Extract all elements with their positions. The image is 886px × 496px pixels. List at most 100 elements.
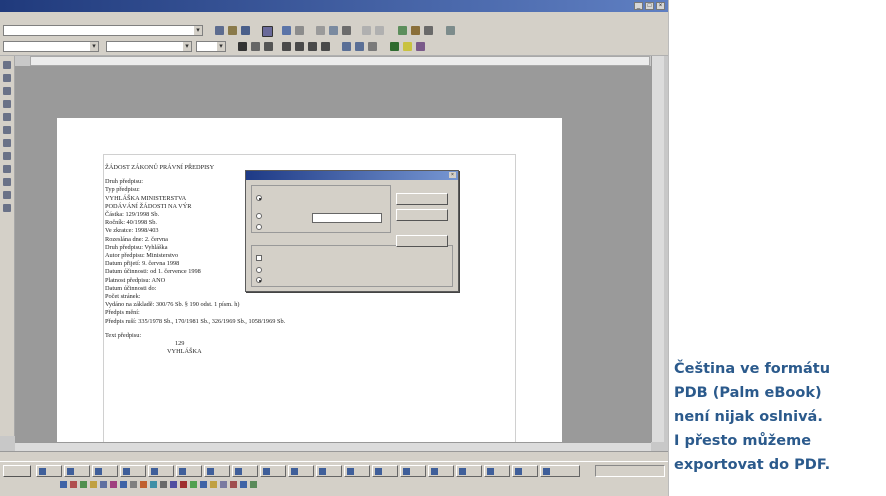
- quicklaunch-icon[interactable]: [120, 481, 127, 488]
- taskbar-item[interactable]: [344, 465, 370, 477]
- taskbar-item[interactable]: [204, 465, 230, 477]
- font-color-icon[interactable]: [390, 42, 399, 51]
- range-all-radio[interactable]: [256, 195, 262, 201]
- taskbar-item[interactable]: [176, 465, 202, 477]
- style-combobox[interactable]: [3, 41, 99, 52]
- find-icon[interactable]: [3, 152, 11, 160]
- autospellcheck-icon[interactable]: [3, 139, 11, 147]
- horizontal-ruler[interactable]: [30, 56, 650, 66]
- redo-icon[interactable]: [375, 26, 384, 35]
- datasources-icon[interactable]: [3, 165, 11, 173]
- indent-icon[interactable]: [368, 42, 377, 51]
- taskbar-item[interactable]: [316, 465, 342, 477]
- quicklaunch-icon[interactable]: [130, 481, 137, 488]
- taskbar-item[interactable]: [288, 465, 314, 477]
- quicklaunch-icon[interactable]: [110, 481, 117, 488]
- highlight-icon[interactable]: [403, 42, 412, 51]
- new-icon[interactable]: [215, 26, 224, 35]
- table-icon[interactable]: [446, 26, 455, 35]
- range-pages-radio[interactable]: [256, 213, 262, 219]
- option-radio-3[interactable]: [256, 277, 262, 283]
- italic-icon[interactable]: [251, 42, 260, 51]
- quicklaunch-icon[interactable]: [80, 481, 87, 488]
- save-icon[interactable]: [241, 26, 250, 35]
- close-icon[interactable]: ×: [449, 172, 456, 178]
- quicklaunch-icon[interactable]: [200, 481, 207, 488]
- quicklaunch-icon[interactable]: [140, 481, 147, 488]
- undo-icon[interactable]: [362, 26, 371, 35]
- quicklaunch-icon[interactable]: [210, 481, 217, 488]
- taskbar-item[interactable]: [512, 465, 538, 477]
- taskbar-item[interactable]: [232, 465, 258, 477]
- print-icon[interactable]: [262, 26, 273, 37]
- justify-icon[interactable]: [321, 42, 330, 51]
- taskbar-item[interactable]: [120, 465, 146, 477]
- help-button[interactable]: [396, 235, 448, 247]
- quicklaunch-icon[interactable]: [150, 481, 157, 488]
- taskbar-item[interactable]: [36, 465, 62, 477]
- spellcheck-icon[interactable]: [3, 126, 11, 134]
- align-right-icon[interactable]: [308, 42, 317, 51]
- quicklaunch-icon[interactable]: [100, 481, 107, 488]
- taskbar-item[interactable]: [456, 465, 482, 477]
- background-color-icon[interactable]: [416, 42, 425, 51]
- spellcheck-icon[interactable]: [295, 26, 304, 35]
- edit-autotext-icon[interactable]: [3, 113, 11, 121]
- quicklaunch-icon[interactable]: [190, 481, 197, 488]
- option-radio-2[interactable]: [256, 267, 262, 273]
- copy-icon[interactable]: [329, 26, 338, 35]
- pages-input[interactable]: [312, 213, 382, 223]
- cancel-button[interactable]: [396, 209, 448, 221]
- underline-icon[interactable]: [264, 42, 273, 51]
- font-name-combobox[interactable]: [106, 41, 192, 52]
- align-center-icon[interactable]: [295, 42, 304, 51]
- formatting-marks-icon[interactable]: [3, 178, 11, 186]
- show-draw-functions-icon[interactable]: [3, 100, 11, 108]
- quicklaunch-icon[interactable]: [220, 481, 227, 488]
- taskbar-item[interactable]: [260, 465, 286, 477]
- close-icon[interactable]: ×: [656, 2, 665, 10]
- preview-icon[interactable]: [282, 26, 291, 35]
- vertical-scrollbar[interactable]: [651, 56, 664, 442]
- insert-icon[interactable]: [3, 61, 11, 69]
- quicklaunch-icon[interactable]: [240, 481, 247, 488]
- quicklaunch-icon[interactable]: [60, 481, 67, 488]
- quicklaunch-icon[interactable]: [160, 481, 167, 488]
- bold-icon[interactable]: [238, 42, 247, 51]
- ok-button[interactable]: [396, 193, 448, 205]
- maximize-icon[interactable]: □: [645, 2, 654, 10]
- paste-icon[interactable]: [342, 26, 351, 35]
- insert-object-icon[interactable]: [3, 87, 11, 95]
- taskbar-item[interactable]: [400, 465, 426, 477]
- quicklaunch-icon[interactable]: [90, 481, 97, 488]
- datasource-icon[interactable]: [424, 26, 433, 35]
- quicklaunch-icon[interactable]: [180, 481, 187, 488]
- start-button[interactable]: [3, 465, 31, 477]
- insert-fields-icon[interactable]: [3, 74, 11, 82]
- bullets-icon[interactable]: [355, 42, 364, 51]
- numbering-icon[interactable]: [342, 42, 351, 51]
- gallery-icon[interactable]: [411, 26, 420, 35]
- option-checkbox-1[interactable]: [256, 255, 262, 261]
- quicklaunch-icon[interactable]: [170, 481, 177, 488]
- align-left-icon[interactable]: [282, 42, 291, 51]
- taskbar-item[interactable]: [428, 465, 454, 477]
- taskbar-item[interactable]: [484, 465, 510, 477]
- quicklaunch-icon[interactable]: [250, 481, 257, 488]
- navigator-icon[interactable]: [398, 26, 407, 35]
- taskbar-item[interactable]: [540, 465, 580, 477]
- document-combobox[interactable]: [3, 25, 203, 36]
- taskbar-item[interactable]: [64, 465, 90, 477]
- taskbar-item[interactable]: [148, 465, 174, 477]
- minimize-icon[interactable]: _: [634, 2, 643, 10]
- taskbar-item[interactable]: [92, 465, 118, 477]
- open-icon[interactable]: [228, 26, 237, 35]
- range-selection-radio[interactable]: [256, 224, 262, 230]
- font-size-combobox[interactable]: [196, 41, 226, 52]
- taskbar-item[interactable]: [372, 465, 398, 477]
- quicklaunch-icon[interactable]: [70, 481, 77, 488]
- html-source-icon[interactable]: [3, 191, 11, 199]
- online-layout-icon[interactable]: [3, 204, 11, 212]
- cut-icon[interactable]: [316, 26, 325, 35]
- quicklaunch-icon[interactable]: [230, 481, 237, 488]
